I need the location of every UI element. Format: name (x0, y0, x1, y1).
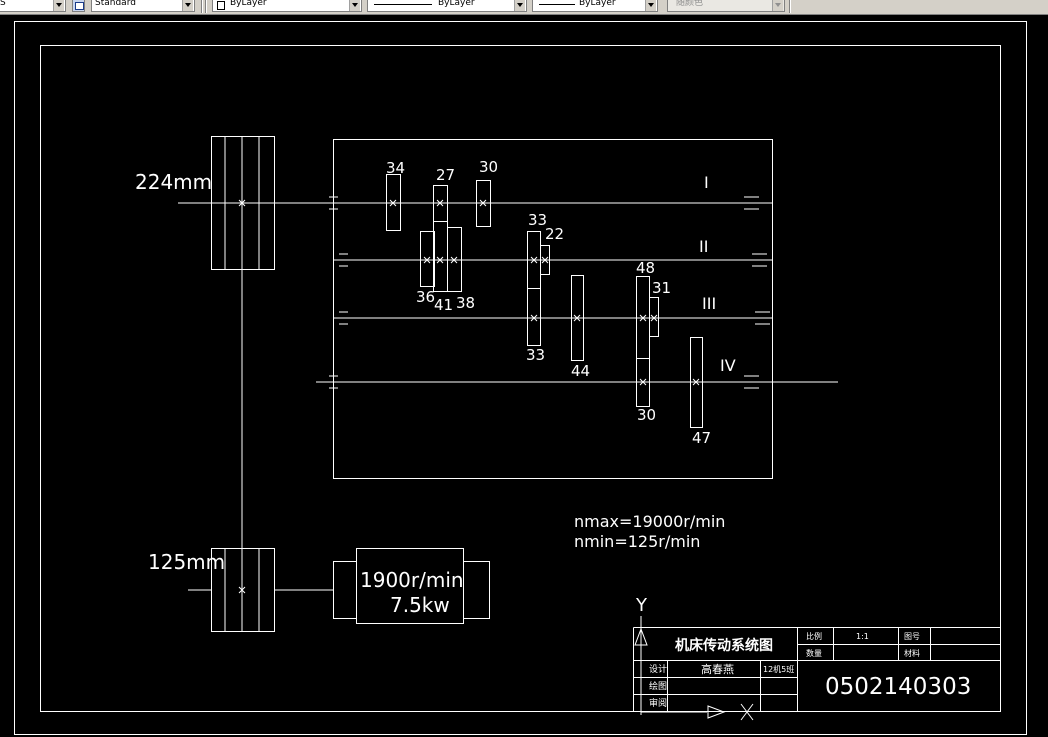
chevron-down-icon[interactable] (349, 0, 360, 11)
material-label: 材料 (904, 648, 920, 658)
toolbar-separator (205, 0, 207, 13)
ucs-y-label: Y (635, 595, 648, 616)
design-label: 设计 (649, 663, 667, 675)
gear-label: 36 (416, 288, 435, 306)
review-label: 审阅 (649, 697, 667, 709)
plot-style-combo: 随颜色 (667, 0, 785, 12)
gear-label: 48 (636, 259, 655, 277)
lineweight-sample (539, 4, 575, 5)
motor-speed: 1900r/min (360, 568, 464, 592)
text-style-icon[interactable] (72, 0, 85, 12)
gear-label: 30 (637, 406, 656, 424)
draw-label: 绘图 (649, 680, 667, 692)
title-block-title: 机床传动系统图 (675, 637, 773, 654)
chevron-down-icon[interactable] (514, 0, 525, 11)
linetype-value: ByLayer (438, 0, 475, 8)
drawing-canvas[interactable]: 224mm 125mm 1900r/min 7.5kw nmax=19000r/… (0, 14, 1048, 737)
nmin-text: nmin=125r/min (574, 532, 700, 551)
toolbar-separator (789, 0, 791, 13)
drawing-no-label: 图号 (904, 632, 920, 641)
gear-label: 38 (456, 294, 475, 312)
toolbar-separator (201, 0, 203, 13)
nmax-text: nmax=19000r/min (574, 512, 725, 531)
class-label: 12机5班 (763, 664, 794, 674)
gear-label: 27 (436, 166, 455, 184)
layer-value: ByLayer (230, 0, 267, 8)
sheet-inner-border (40, 45, 1001, 712)
student-number: 0502140303 (825, 674, 971, 700)
shaft-label-iii: III (702, 294, 716, 313)
gear-group-shaft-ii (420, 221, 550, 292)
first-combo[interactable]: S (0, 0, 66, 12)
properties-toolbar: S Standard ByLayer ByLayer ByLayer 随颜色 (0, 0, 1048, 15)
text-style-value: Standard (95, 0, 136, 8)
motor-power: 7.5kw (390, 593, 450, 617)
gear-label: 34 (386, 159, 405, 177)
quantity-label: 数量 (806, 648, 822, 658)
lineweight-combo[interactable]: ByLayer (532, 0, 658, 12)
shaft-label-i: I (704, 173, 709, 192)
chevron-down-icon[interactable] (182, 0, 193, 11)
color-combo[interactable]: ByLayer (212, 0, 362, 12)
lower-pulley-diameter: 125mm (148, 550, 225, 574)
chevron-down-icon[interactable] (53, 0, 64, 11)
gear-label: 47 (692, 429, 711, 447)
gear-label: 44 (571, 362, 590, 380)
chevron-down-icon (772, 0, 783, 11)
plot-style-value: 随颜色 (676, 0, 704, 8)
upper-pulley-diameter: 224mm (135, 170, 212, 194)
gear-label: 30 (479, 158, 498, 176)
scale-label: 比例 (806, 631, 822, 641)
gear-label: 41 (434, 296, 453, 314)
shaft-label-ii: II (699, 237, 708, 256)
shaft-label-iv: IV (720, 356, 736, 375)
chevron-down-icon[interactable] (645, 0, 656, 11)
lineweight-value: ByLayer (579, 0, 616, 8)
gear-label: 33 (526, 346, 545, 364)
text-style-combo[interactable]: Standard (91, 0, 195, 12)
gear-label: 22 (545, 225, 564, 243)
gear-label: 31 (652, 279, 671, 297)
designer-name: 高春燕 (701, 662, 734, 676)
color-swatch-icon (217, 1, 225, 10)
first-combo-value: S (0, 0, 6, 8)
linetype-combo[interactable]: ByLayer (367, 0, 527, 12)
scale-value: 1:1 (856, 632, 869, 641)
linetype-sample (374, 4, 432, 5)
